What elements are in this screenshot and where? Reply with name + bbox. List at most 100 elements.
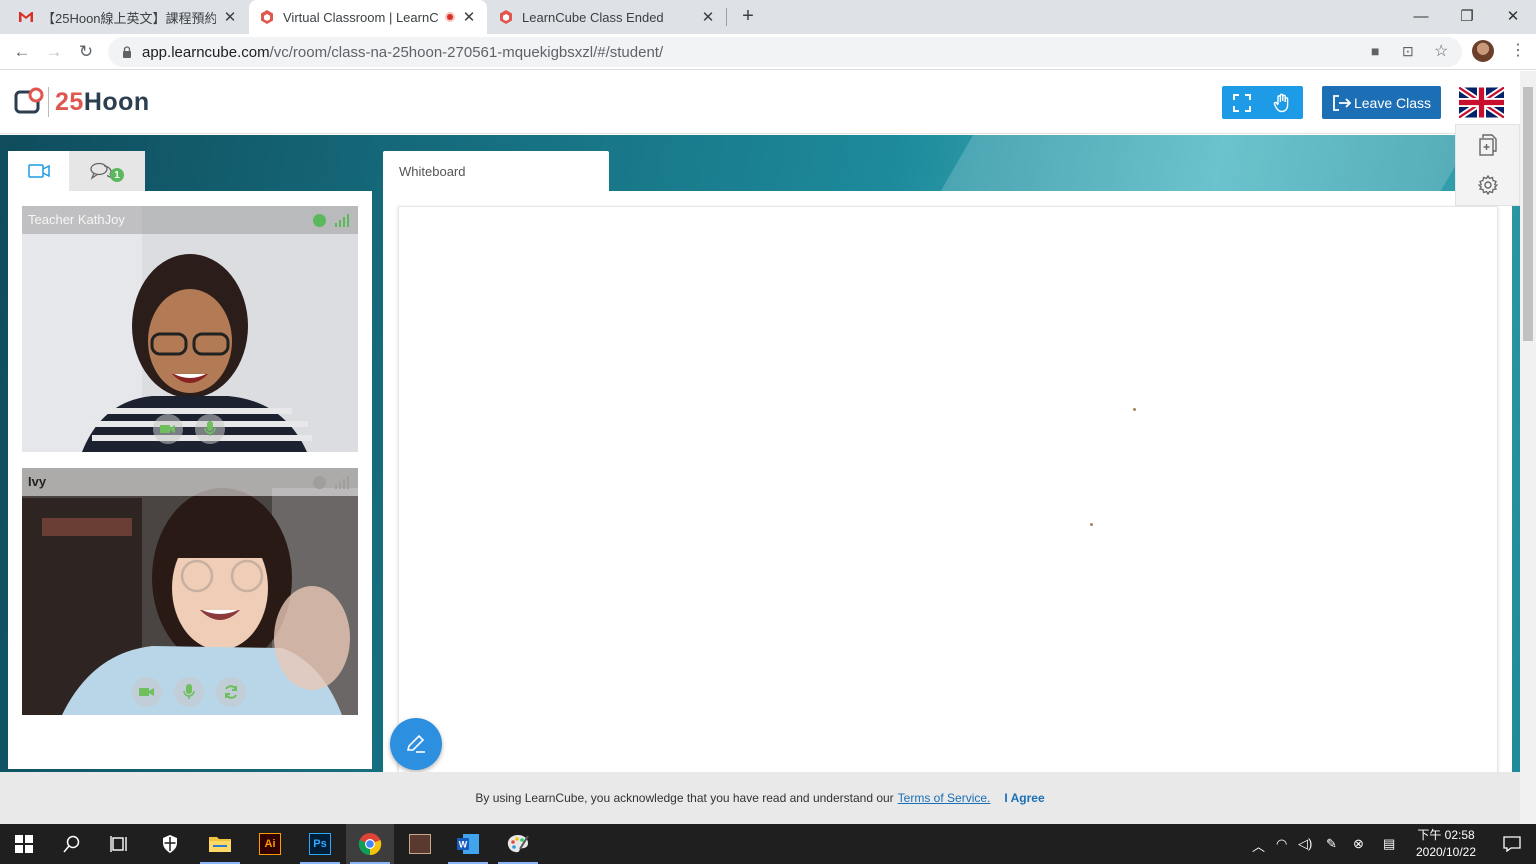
camera-in-use-icon[interactable]: ■ xyxy=(1371,43,1379,59)
page-scrollbar[interactable] xyxy=(1520,71,1536,824)
raise-hand-button[interactable] xyxy=(1262,86,1302,119)
leave-class-button[interactable]: Leave Class xyxy=(1322,86,1441,119)
system-clock[interactable]: 下午 02:58 2020/10/22 xyxy=(1404,827,1488,861)
task-view-icon xyxy=(110,836,127,852)
participants-panel: Teacher KathJoy Ivy xyxy=(8,191,372,769)
word-button[interactable]: W xyxy=(444,824,492,864)
back-icon[interactable]: ← xyxy=(8,38,36,66)
settings-button[interactable] xyxy=(1456,165,1519,205)
task-view-button[interactable] xyxy=(96,824,144,864)
connection-status xyxy=(313,213,350,227)
volume-icon[interactable]: ◁) xyxy=(1298,836,1312,852)
student-media-controls xyxy=(132,677,246,707)
participant-name: Teacher KathJoy xyxy=(28,212,125,227)
restore-icon[interactable]: ❐ xyxy=(1444,0,1490,32)
wifi-icon[interactable]: ◠ xyxy=(1276,836,1287,852)
exit-icon xyxy=(1333,94,1352,111)
toggle-camera-button[interactable] xyxy=(132,677,162,707)
video-tile-teacher: Teacher KathJoy xyxy=(22,206,358,452)
browser-menu-icon[interactable]: ⋮ xyxy=(1510,40,1526,60)
video-camera-icon xyxy=(160,425,175,433)
participant-name: Ivy xyxy=(28,474,47,489)
app-header: 25Hoon Leave Class xyxy=(0,71,1520,134)
classroom-tools xyxy=(1222,86,1303,119)
reload-icon[interactable]: ↻ xyxy=(72,38,100,66)
close-tab-icon[interactable]: ✕ xyxy=(222,8,238,26)
canvas-mark xyxy=(1133,408,1136,411)
minimize-icon[interactable]: — xyxy=(1398,0,1444,32)
search-button[interactable] xyxy=(48,824,96,864)
fullscreen-icon xyxy=(1233,93,1251,112)
tab-title: 【25Hoon線上英文】課程預約通 xyxy=(42,10,216,26)
mute-indicator-icon[interactable]: ⊗ xyxy=(1353,836,1364,852)
file-explorer-button[interactable] xyxy=(196,824,244,864)
tab-virtual-classroom[interactable]: Virtual Classroom | LearnCube ✕ xyxy=(249,0,487,34)
tab-title: LearnCube Class Ended xyxy=(522,9,664,25)
close-window-icon[interactable]: ✕ xyxy=(1490,0,1536,32)
leave-class-label: Leave Class xyxy=(1353,94,1432,111)
illustrator-button[interactable]: Ai xyxy=(246,824,294,864)
learncube-icon xyxy=(261,10,273,24)
cookie-banner: By using LearnCube, you acknowledge that… xyxy=(0,772,1520,824)
windows-start-icon xyxy=(15,835,33,853)
terms-of-service-link[interactable]: Terms of Service. xyxy=(898,791,991,805)
forward-icon[interactable]: → xyxy=(40,38,68,66)
refresh-video-button[interactable] xyxy=(216,677,246,707)
whiteboard-panel xyxy=(383,191,1512,772)
toggle-camera-button[interactable] xyxy=(153,414,183,444)
video-name-bar: Ivy xyxy=(22,468,358,496)
app-logo[interactable]: 25Hoon xyxy=(14,85,150,119)
online-status-icon xyxy=(313,213,326,227)
url-host: app.learncube.com xyxy=(142,43,270,61)
whiteboard-canvas[interactable] xyxy=(398,206,1498,772)
photo-app-button[interactable] xyxy=(396,824,444,864)
security-app-button[interactable] xyxy=(146,824,194,864)
profile-avatar[interactable] xyxy=(1472,40,1494,62)
paint-palette-icon xyxy=(507,835,529,853)
svg-text:W: W xyxy=(459,840,468,850)
clock-time: 下午 02:58 xyxy=(1417,828,1475,842)
scrollbar-thumb[interactable] xyxy=(1523,87,1533,341)
logo-icon xyxy=(14,87,44,114)
video-name-bar: Teacher KathJoy xyxy=(22,206,358,234)
tab-divider xyxy=(726,8,727,26)
tab-title: Virtual Classroom | LearnCube xyxy=(283,9,439,25)
input-method-icon[interactable]: ▤ xyxy=(1383,836,1395,852)
drawing-tool-button[interactable] xyxy=(390,718,442,770)
start-button[interactable] xyxy=(0,824,48,864)
pen-workspace-icon[interactable]: ✎ xyxy=(1326,836,1337,852)
bookmark-star-icon[interactable]: ☆ xyxy=(1434,41,1448,61)
photoshop-button[interactable]: Ps xyxy=(296,824,344,864)
add-page-button[interactable] xyxy=(1456,125,1519,165)
toggle-mic-button[interactable] xyxy=(195,414,225,444)
notifications-button[interactable] xyxy=(1488,824,1536,864)
chrome-button[interactable] xyxy=(346,824,394,864)
tab-whiteboard[interactable]: Whiteboard xyxy=(383,151,609,191)
tab-class-ended[interactable]: LearnCube Class Ended ✕ xyxy=(488,0,726,34)
new-tab-button[interactable]: + xyxy=(736,5,760,29)
logo-divider xyxy=(48,87,49,117)
tab-video[interactable] xyxy=(8,151,69,191)
fullscreen-button[interactable] xyxy=(1222,86,1262,119)
address-bar[interactable]: app.learncube.com/vc/room/class-na-25hoo… xyxy=(108,37,1462,67)
microphone-icon xyxy=(204,421,216,436)
agree-button[interactable]: I Agree xyxy=(1004,791,1044,805)
classroom-stage: 1 Teacher KathJoy Ivy Whiteboard xyxy=(0,135,1520,772)
illustrator-icon: Ai xyxy=(259,833,281,855)
toggle-mic-button[interactable] xyxy=(174,677,204,707)
tab-chat[interactable]: 1 xyxy=(69,151,145,191)
show-hidden-icons-icon[interactable]: ︿ xyxy=(1252,836,1265,855)
browser-tab-strip: 【25Hoon線上英文】課程預約通 ✕ Virtual Classroom | … xyxy=(0,0,1536,34)
video-camera-icon xyxy=(139,688,154,696)
tab-gmail[interactable]: 【25Hoon線上英文】課程預約通 ✕ xyxy=(8,0,248,34)
uk-flag-icon[interactable] xyxy=(1459,87,1504,118)
paint-button[interactable] xyxy=(494,824,542,864)
translate-icon[interactable]: ⊡ xyxy=(1402,43,1414,60)
whiteboard-tab-label: Whiteboard xyxy=(399,164,466,179)
file-explorer-icon xyxy=(209,837,231,852)
lock-icon xyxy=(123,46,131,58)
raise-hand-icon xyxy=(1273,93,1289,112)
close-tab-icon[interactable]: ✕ xyxy=(461,8,477,26)
close-tab-icon[interactable]: ✕ xyxy=(700,8,716,26)
refresh-icon xyxy=(225,685,237,699)
